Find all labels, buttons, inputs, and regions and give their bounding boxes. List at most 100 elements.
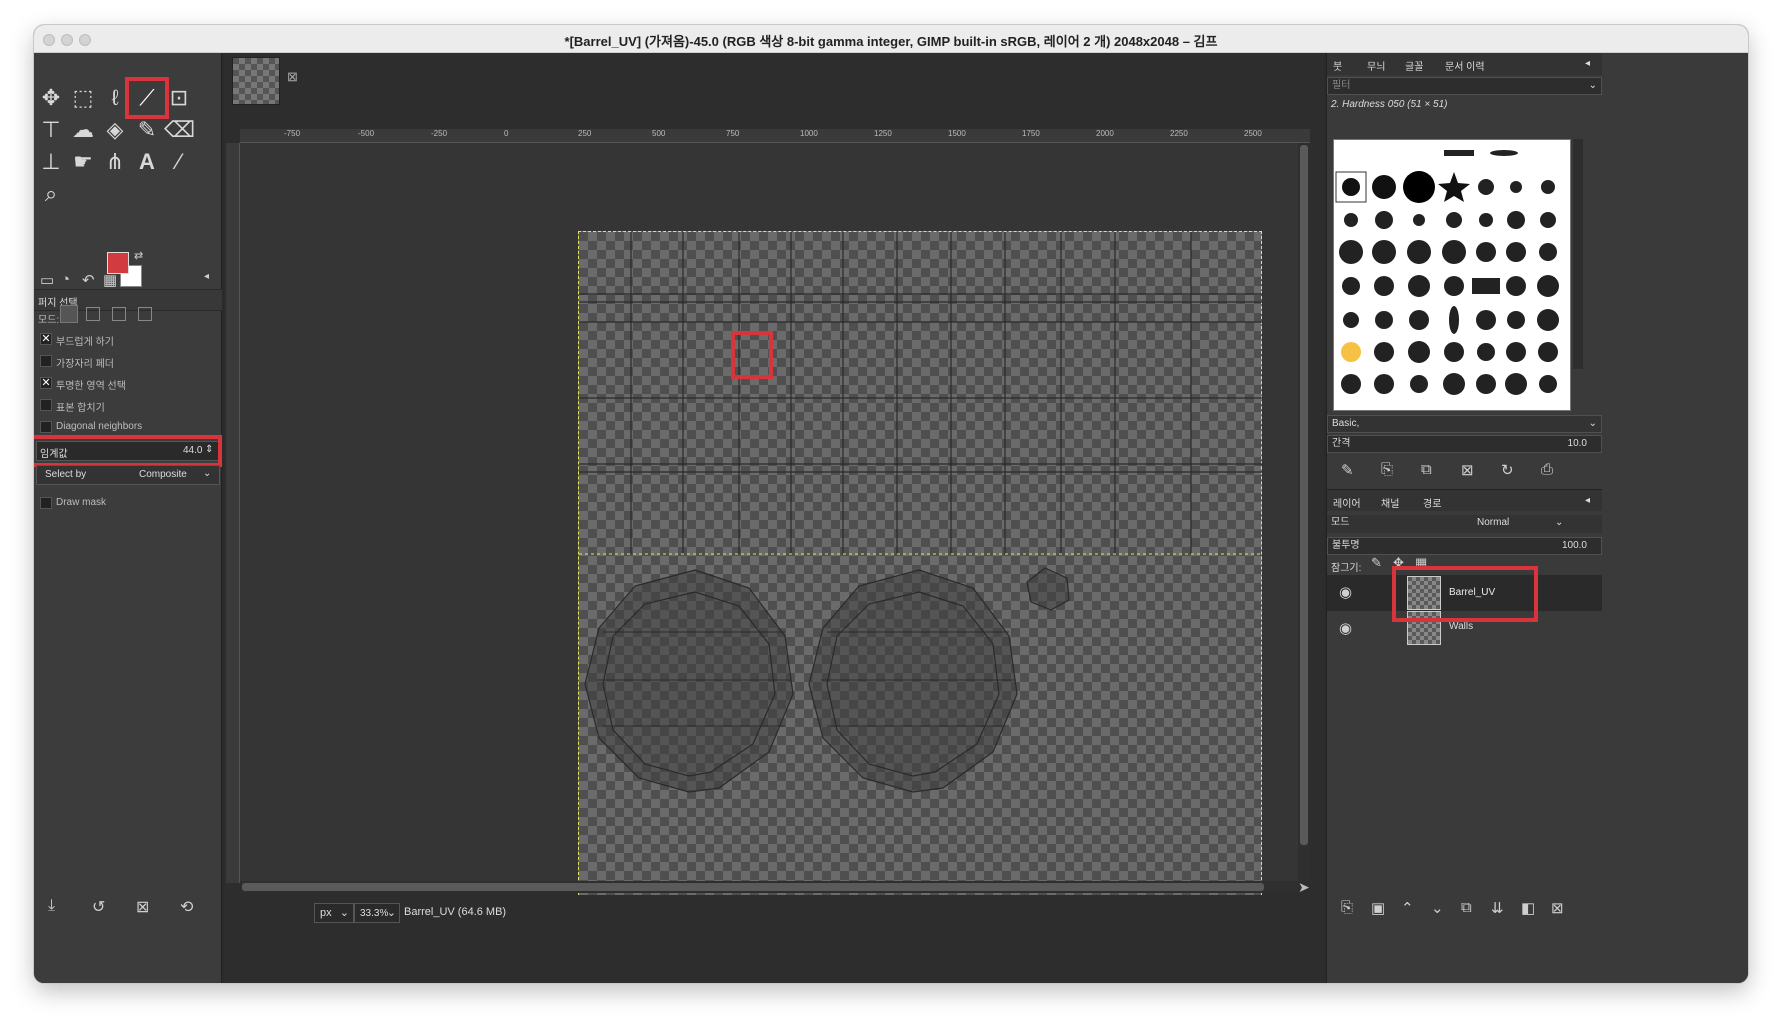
color-picker-tool-icon[interactable]: ⁄ — [164, 147, 194, 177]
antialias-label: 부드럽게 하기 — [56, 337, 114, 348]
toolbox: ✥ ⬚ ℓ ⟋ ⊡ ⊤ ☁ ◈ ✎ ⌫ ⊥ ☛ ⋔ A ⁄ ⌕ ⇄ ▭ ◔ ↶ … — [34, 53, 222, 983]
tab-brushes[interactable]: 붓 — [1333, 58, 1342, 73]
feather-label: 가장자리 페더 — [56, 359, 114, 370]
raise-layer-icon[interactable]: ⌃ — [1401, 899, 1414, 917]
delete-brush-icon[interactable]: ⊠ — [1461, 461, 1474, 479]
mode-intersect-button[interactable] — [138, 307, 152, 321]
tab-layers[interactable]: 레이어 — [1333, 495, 1361, 510]
move-tool-icon[interactable]: ✥ — [36, 83, 66, 113]
edit-brush-icon[interactable]: ✎ — [1341, 461, 1354, 479]
lock-pixels-icon[interactable]: ✎ — [1371, 555, 1382, 571]
select-by-label: Select by — [45, 469, 87, 480]
navigate-icon[interactable]: ➤ — [1298, 879, 1310, 896]
chevron-down-icon: ⌄ — [1588, 418, 1597, 429]
rect-select-tool-icon[interactable]: ⬚ — [68, 83, 98, 113]
undo-history-tab-icon[interactable]: ↶ — [82, 271, 95, 289]
save-options-icon[interactable]: ⤓ — [48, 897, 55, 915]
eye-icon[interactable]: ◉ — [1339, 619, 1352, 637]
brush-grid[interactable] — [1333, 139, 1571, 411]
tab-document-history[interactable]: 문서 이력 — [1445, 58, 1485, 73]
horizontal-ruler: -750 -500 -250 0 250 500 750 1000 1250 1… — [240, 129, 1310, 143]
new-brush-icon[interactable]: ⎘ — [1381, 461, 1393, 478]
tab-paths[interactable]: 경로 — [1423, 495, 1441, 510]
lower-layer-icon[interactable]: ⌄ — [1431, 899, 1444, 917]
ruler-label: 250 — [578, 129, 592, 138]
layer-mode-value[interactable]: Normal — [1477, 515, 1509, 531]
uv-wireframe — [579, 232, 1263, 793]
close-tab-icon[interactable]: ⊠ — [287, 69, 298, 85]
image-canvas[interactable] — [578, 231, 1263, 915]
chevron-down-icon: ⌄ — [1588, 80, 1597, 91]
title-bar: *[Barrel_UV] (가져옴)-45.0 (RGB 색상 8-bit ga… — [34, 25, 1748, 53]
paths-tool-icon[interactable]: ⋔ — [100, 147, 130, 177]
zoom-value: 33.3% — [360, 908, 389, 919]
draw-mask-checkbox[interactable] — [40, 497, 52, 509]
brush-thumbnails — [1335, 150, 1559, 395]
antialias-checkbox[interactable]: ✕ — [40, 333, 52, 345]
images-tab-icon[interactable]: ▦ — [103, 271, 117, 289]
bucket-fill-tool-icon[interactable]: ◈ — [100, 115, 130, 145]
select-transparent-checkbox[interactable]: ✕ — [40, 377, 52, 389]
refresh-brushes-icon[interactable]: ↻ — [1501, 461, 1514, 479]
chevron-down-icon: ⌄ — [1555, 517, 1564, 528]
eye-icon[interactable]: ◉ — [1339, 583, 1352, 601]
window-title: *[Barrel_UV] (가져옴)-45.0 (RGB 색상 8-bit ga… — [564, 34, 1218, 49]
delete-options-icon[interactable]: ⊠ — [136, 897, 149, 917]
brush-scrollbar[interactable] — [1573, 139, 1583, 369]
panel-menu-icon[interactable]: ◂ — [1585, 495, 1590, 506]
tab-channels[interactable]: 채널 — [1381, 495, 1399, 510]
open-brush-file-icon[interactable]: ⎙ — [1541, 461, 1553, 478]
brushes-tabbar: 붓 무늬 글꼴 문서 이력 ◂ — [1327, 53, 1602, 75]
warp-transform-tool-icon[interactable]: ☁ — [68, 115, 98, 145]
unified-transform-tool-icon[interactable]: ⊤ — [36, 115, 66, 145]
brush-preset-dropdown[interactable]: Basic, ⌄ — [1327, 415, 1602, 433]
unit-dropdown[interactable]: px ⌄ — [314, 903, 354, 923]
tool-options-tab-icon[interactable]: ▭ — [40, 271, 54, 289]
delete-layer-icon[interactable]: ⊠ — [1551, 899, 1564, 917]
feather-checkbox[interactable] — [40, 355, 52, 367]
tab-fonts[interactable]: 글꼴 — [1405, 58, 1423, 73]
draw-mask-label: Draw mask — [56, 497, 107, 508]
layer-opacity-field[interactable]: 불투명 100.0 — [1327, 537, 1602, 555]
smudge-tool-icon[interactable]: ☛ — [68, 147, 98, 177]
reset-options-icon[interactable]: ⟲ — [180, 897, 193, 917]
duplicate-brush-icon[interactable]: ⧉ — [1421, 461, 1432, 478]
vertical-ruler — [226, 143, 240, 883]
panel-menu-icon[interactable]: ◂ — [1585, 58, 1590, 69]
device-status-tab-icon[interactable]: ◔ — [61, 271, 70, 288]
clone-tool-icon[interactable]: ⊥ — [36, 147, 66, 177]
select-by-dropdown[interactable]: Select by Composite ⌄ — [36, 465, 220, 485]
zoom-tool-icon[interactable]: ⌕ — [36, 179, 66, 209]
restore-options-icon[interactable]: ↺ — [92, 897, 105, 917]
ruler-label: -250 — [431, 129, 448, 138]
fuzzy-select-highlight — [125, 77, 169, 119]
new-layer-icon[interactable]: ⎘ — [1341, 899, 1353, 916]
mode-add-button[interactable] — [86, 307, 100, 321]
mode-subtract-button[interactable] — [112, 307, 126, 321]
swap-colors-icon[interactable]: ⇄ — [134, 249, 143, 262]
image-window: ⊠ -750 -500 -250 0 250 500 750 1000 1250… — [224, 53, 1324, 983]
mode-replace-button[interactable] — [60, 305, 78, 323]
tab-patterns[interactable]: 무늬 — [1367, 58, 1385, 73]
new-layer-group-icon[interactable]: ▣ — [1371, 899, 1385, 917]
eraser-tool-icon[interactable]: ⌫ — [164, 115, 195, 145]
select-by-value: Composite — [139, 469, 187, 480]
chevron-down-icon: ⌄ — [386, 907, 396, 919]
horizontal-scrollbar[interactable] — [242, 881, 1298, 893]
panel-menu-icon[interactable]: ◂ — [204, 271, 209, 282]
image-tab-thumbnail[interactable] — [232, 57, 280, 105]
duplicate-layer-icon[interactable]: ⧉ — [1461, 899, 1472, 916]
opacity-label: 불투명 — [1332, 540, 1360, 551]
brush-filter-field[interactable]: 필터 ⌄ — [1327, 77, 1602, 95]
text-tool-icon[interactable]: A — [132, 147, 162, 177]
crop-tool-icon[interactable]: ⊡ — [164, 83, 194, 113]
layer-mask-icon[interactable]: ◧ — [1521, 899, 1535, 917]
merge-layer-icon[interactable]: ⇊ — [1491, 899, 1504, 917]
diagonal-neighbors-checkbox[interactable] — [40, 421, 52, 433]
sample-merged-checkbox[interactable] — [40, 399, 52, 411]
vertical-scrollbar[interactable] — [1298, 145, 1310, 881]
zoom-dropdown[interactable]: 33.3% ⌄ — [354, 903, 400, 923]
spacing-field[interactable]: 간격 10.0 — [1327, 435, 1602, 453]
paintbrush-tool-icon[interactable]: ✎ — [132, 115, 162, 145]
ruler-label: 500 — [652, 129, 666, 138]
